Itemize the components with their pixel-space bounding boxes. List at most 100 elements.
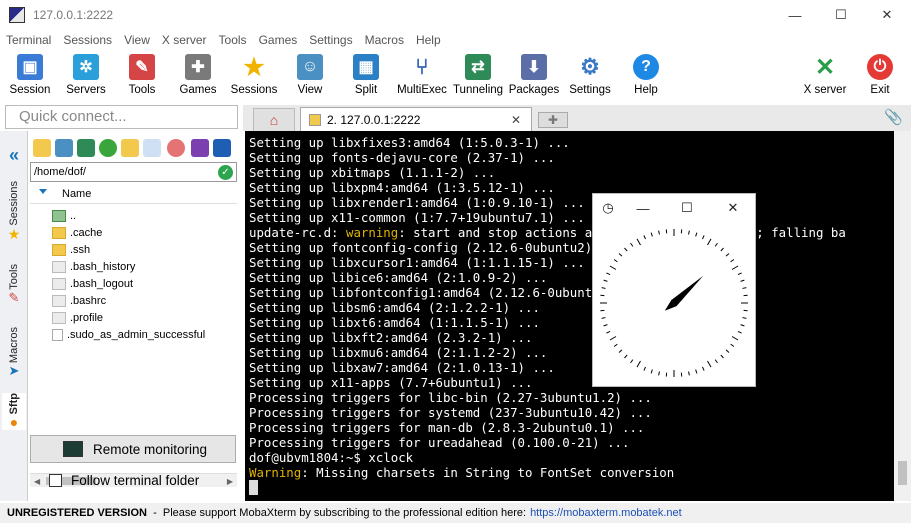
terminal-line: Processing triggers for man-db (2.8.3-2u…	[249, 420, 645, 435]
file-list: .. .cache .ssh .bash_history .bash_logou…	[30, 207, 237, 343]
clock-tick	[702, 235, 705, 240]
new-tab-button[interactable]: ✚	[538, 112, 568, 128]
refresh-icon[interactable]	[99, 139, 117, 157]
view-button[interactable]: ☺ View	[282, 52, 338, 100]
xclock-maximize-button[interactable]: ☐	[677, 198, 697, 218]
servers-icon: ✲	[73, 54, 99, 80]
remote-monitoring-button[interactable]: Remote monitoring	[30, 435, 236, 463]
menu-games[interactable]: Games	[259, 33, 298, 47]
xclock-titlebar[interactable]: ◷ — ☐ ✕	[593, 194, 755, 221]
parent-folder-icon[interactable]	[33, 139, 51, 157]
terminal-tab-icon	[309, 113, 321, 126]
file-row[interactable]: .sudo_as_admin_successful	[30, 326, 237, 343]
help-button[interactable]: ? Help	[618, 52, 674, 100]
file-row[interactable]: .bashrc	[30, 292, 237, 309]
menu-macros[interactable]: Macros	[365, 33, 404, 47]
multiexec-button[interactable]: ⑂ MultiExec	[394, 52, 450, 100]
title-bar: 127.0.0.1:2222 — ☐ ✕	[0, 0, 911, 30]
clock-tick	[624, 247, 628, 252]
terminal-scrollbar[interactable]	[894, 131, 911, 501]
tab-close-icon[interactable]: ✕	[511, 113, 521, 127]
menu-view[interactable]: View	[124, 33, 150, 47]
terminal-line: dof@ubvm1804:~$ xclock	[249, 450, 414, 465]
games-button[interactable]: ✚ Games	[170, 52, 226, 100]
clock-tick	[603, 324, 608, 327]
menu-sessions[interactable]: Sessions	[63, 33, 112, 47]
xclock-minimize-button[interactable]: —	[633, 198, 653, 218]
file-row[interactable]: .profile	[30, 309, 237, 326]
packages-icon: ⬇	[521, 54, 547, 80]
clock-tick	[613, 343, 618, 347]
session-button[interactable]: ▣ Session	[2, 52, 58, 100]
menu-help[interactable]: Help	[416, 33, 441, 47]
clock-tick	[714, 359, 718, 364]
file-row[interactable]: .ssh	[30, 241, 237, 258]
new-folder-icon[interactable]	[121, 139, 139, 157]
settings-button[interactable]: ⚙ Settings	[562, 52, 618, 100]
terminal-line: update-rc.d: warning: start and stop act…	[249, 225, 846, 240]
clock-tick	[731, 336, 739, 341]
column-name: Name	[62, 188, 92, 200]
clock-tick	[725, 349, 730, 353]
file-row[interactable]: ..	[30, 207, 237, 224]
upload-icon[interactable]	[77, 139, 95, 157]
exit-button[interactable]: ⏻ Exit	[852, 52, 908, 100]
checkmark-icon[interactable]: ✓	[218, 165, 233, 180]
home-tab[interactable]: ⌂	[253, 108, 295, 131]
terminal-view[interactable]: Setting up libxfixes3:amd64 (1:5.0.3-1) …	[245, 131, 894, 501]
packages-button[interactable]: ⬇ Packages	[506, 52, 562, 100]
maximize-button[interactable]: ☐	[818, 0, 864, 30]
clock-tick	[707, 238, 712, 246]
download-icon[interactable]	[55, 139, 73, 157]
xclock-close-button[interactable]: ✕	[723, 198, 743, 218]
mobaxterm-link[interactable]: https://mobaxterm.mobatek.net	[530, 507, 682, 519]
clock-tick	[658, 230, 660, 235]
new-file-icon[interactable]	[143, 139, 161, 157]
status-bar: UNREGISTERED VERSION - Please support Mo…	[0, 503, 911, 523]
double-chevron-left-icon: «	[8, 145, 19, 165]
file-list-header[interactable]: Name	[30, 184, 237, 204]
permissions-icon[interactable]	[213, 139, 231, 157]
split-button[interactable]: ▦ Split	[338, 52, 394, 100]
collapse-sidebar-button[interactable]: «	[2, 145, 26, 166]
file-icon	[52, 277, 66, 290]
tab-macros[interactable]: Macros ➤	[2, 327, 26, 379]
scroll-left-icon[interactable]: ◀	[34, 477, 40, 486]
scroll-right-icon[interactable]: ▶	[227, 477, 233, 486]
xclock-app-icon: ◷	[602, 200, 614, 215]
tunneling-button[interactable]: ⇄ Tunneling	[450, 52, 506, 100]
checkbox[interactable]	[49, 474, 62, 487]
tab-sessions[interactable]: Sessions ★	[2, 181, 26, 243]
clock-tick	[609, 336, 617, 341]
clock-tick	[742, 317, 747, 319]
rename-icon[interactable]	[191, 139, 209, 157]
file-icon	[52, 294, 66, 307]
sftp-path-input[interactable]: /home/dof/ ✓	[30, 162, 237, 182]
quick-connect-input[interactable]: Quick connect...	[5, 105, 238, 129]
servers-button[interactable]: ✲ Servers	[58, 52, 114, 100]
follow-terminal-folder-checkbox[interactable]: Follow terminal folder	[49, 473, 199, 488]
delete-icon[interactable]	[167, 139, 185, 157]
xclock-window[interactable]: ◷ — ☐ ✕	[592, 193, 756, 387]
menu-settings[interactable]: Settings	[309, 33, 352, 47]
tab-sftp[interactable]: Sftp ●	[2, 393, 26, 431]
tab-session-2[interactable]: 2. 127.0.0.1:2222 ✕	[300, 107, 532, 131]
file-row[interactable]: .bash_history	[30, 258, 237, 275]
file-row[interactable]: .bash_logout	[30, 275, 237, 292]
close-button[interactable]: ✕	[864, 0, 910, 30]
menu-x-server[interactable]: X server	[162, 33, 207, 47]
minimize-button[interactable]: —	[772, 0, 818, 30]
menu-tools[interactable]: Tools	[219, 33, 247, 47]
file-icon	[52, 311, 66, 324]
sessions-button[interactable]: ★ Sessions	[226, 52, 282, 100]
scroll-thumb[interactable]	[898, 461, 907, 485]
tools-icon: ✎	[8, 289, 20, 305]
paperclip-icon[interactable]: 📎	[884, 108, 903, 126]
folder-icon	[52, 226, 66, 239]
tools-button[interactable]: ✎ Tools	[114, 52, 170, 100]
home-icon: ⌂	[269, 112, 279, 128]
file-row[interactable]: .cache	[30, 224, 237, 241]
menu-terminal[interactable]: Terminal	[6, 33, 51, 47]
xserver-button[interactable]: ✕ X server	[797, 52, 853, 100]
tab-tools[interactable]: Tools ✎	[2, 264, 26, 306]
